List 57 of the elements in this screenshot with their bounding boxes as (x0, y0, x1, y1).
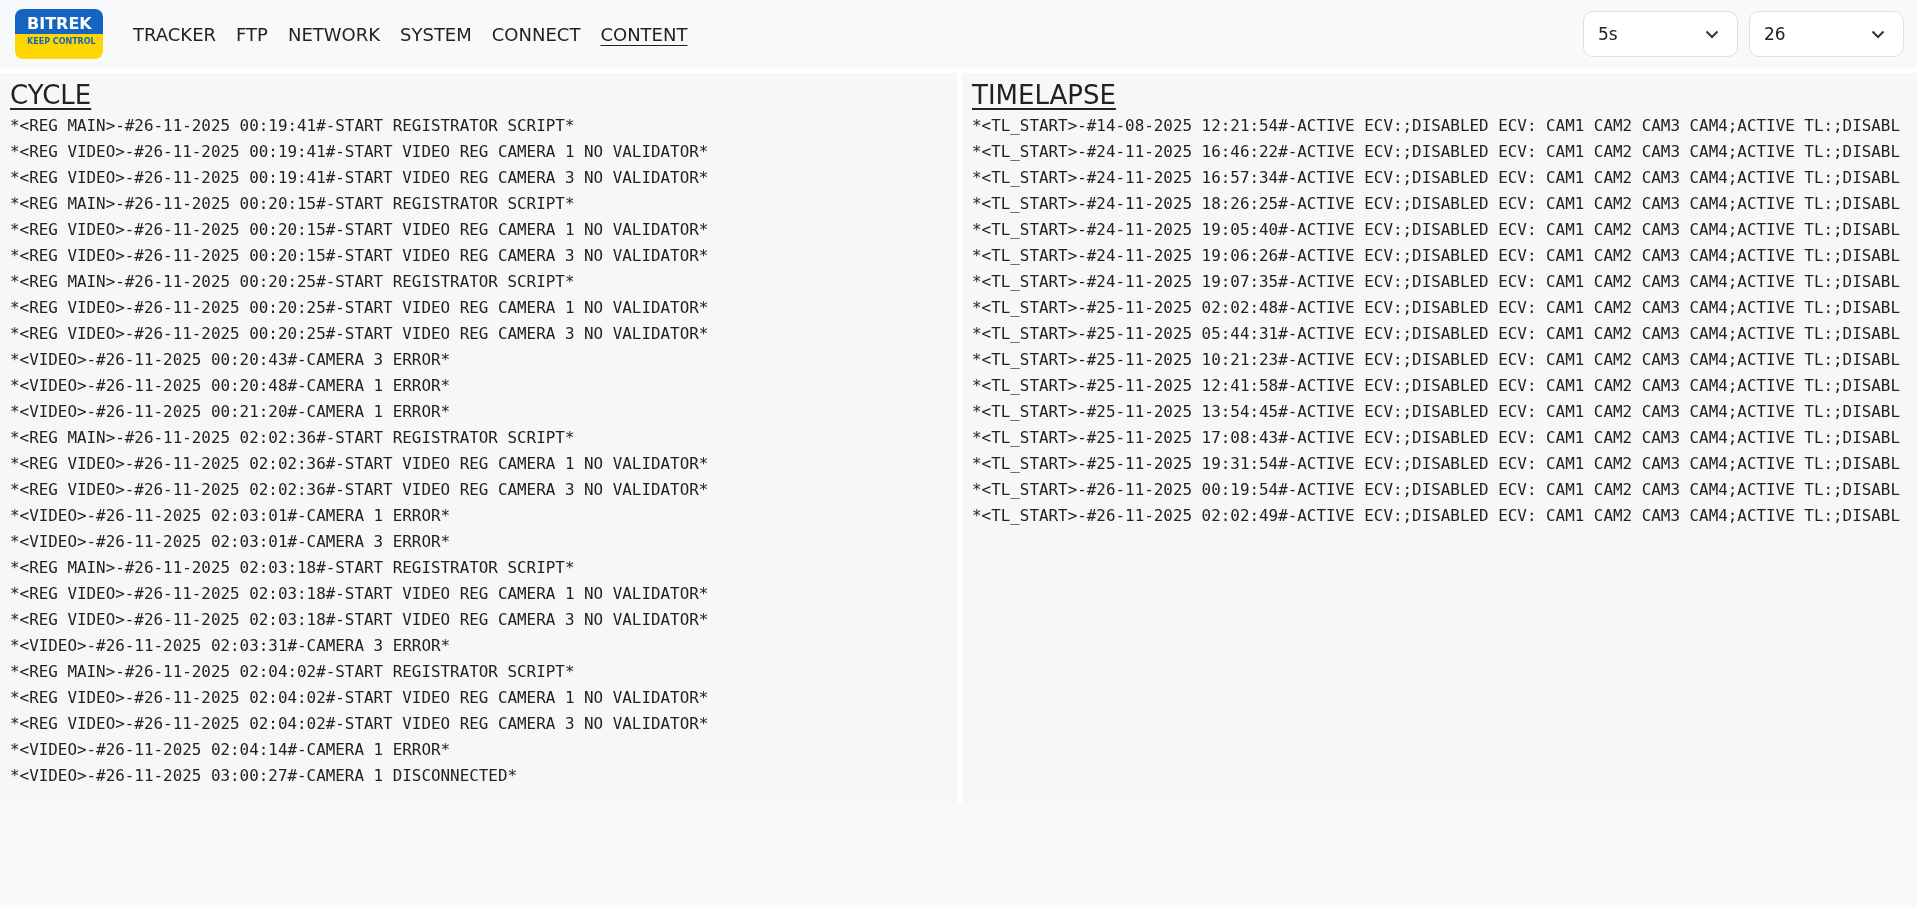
log-line: *<TL_START>-#25-11-2025 02:02:48#-ACTIVE ECV:;DISABLED ECV: CAM1 CAM2 CAM3 CAM4;ACTIVE TL:;DISABL (972, 297, 1900, 319)
chevron-down-icon (1871, 29, 1885, 39)
log-line: *<REG MAIN>-#26-11-2025 00:19:41#-START REGISTRATOR SCRIPT* (10, 115, 575, 137)
logo[interactable]: BITREK KEEP CONTROL (15, 9, 103, 59)
log-line: *<REG MAIN>-#26-11-2025 02:03:18#-START REGISTRATOR SCRIPT* (10, 557, 575, 579)
log-line: *<REG VIDEO>-#26-11-2025 02:03:18#-START VIDEO REG CAMERA 3 NO VALIDATOR* (10, 609, 709, 631)
log-line: *<REG VIDEO>-#26-11-2025 00:20:25#-START VIDEO REG CAMERA 1 NO VALIDATOR* (10, 297, 709, 319)
log-line: *<REG VIDEO>-#26-11-2025 00:20:15#-START VIDEO REG CAMERA 1 NO VALIDATOR* (10, 219, 709, 241)
log-line: *<REG VIDEO>-#26-11-2025 02:03:18#-START VIDEO REG CAMERA 1 NO VALIDATOR* (10, 583, 709, 605)
log-line: *<TL_START>-#24-11-2025 16:46:22#-ACTIVE ECV:;DISABLED ECV: CAM1 CAM2 CAM3 CAM4;ACTIVE TL:;DISABL (972, 141, 1900, 163)
log-line: *<REG VIDEO>-#26-11-2025 00:20:15#-START VIDEO REG CAMERA 3 NO VALIDATOR* (10, 245, 709, 267)
log-line: *<TL_START>-#25-11-2025 19:31:54#-ACTIVE ECV:;DISABLED ECV: CAM1 CAM2 CAM3 CAM4;ACTIVE TL:;DISABL (972, 453, 1900, 475)
logo-brand: BITREK (26, 15, 92, 33)
dropdown[interactable]: 5s (1583, 11, 1738, 57)
nav-link[interactable]: TRACKER (133, 23, 217, 45)
log-line: *<VIDEO>-#26-11-2025 00:20:48#-CAMERA 1 ERROR* (10, 375, 451, 397)
log-line: *<VIDEO>-#26-11-2025 02:03:31#-CAMERA 3 ERROR* (10, 635, 451, 657)
log-line: *<REG VIDEO>-#26-11-2025 02:04:02#-START VIDEO REG CAMERA 3 NO VALIDATOR* (10, 713, 709, 735)
log-line: *<TL_START>-#24-11-2025 19:07:35#-ACTIVE ECV:;DISABLED ECV: CAM1 CAM2 CAM3 CAM4;ACTIVE TL:;DISABL (972, 271, 1900, 293)
logo-tagline: KEEP CONTROL (26, 37, 96, 47)
log-line: *<REG MAIN>-#26-11-2025 02:04:02#-START REGISTRATOR SCRIPT* (10, 661, 575, 683)
nav-link[interactable]: CONNECT (491, 23, 581, 45)
panel-title: CYCLE (10, 79, 92, 111)
log-line: *<VIDEO>-#26-11-2025 00:21:20#-CAMERA 1 ERROR* (10, 401, 451, 423)
nav-link[interactable]: CONTENT (600, 23, 688, 45)
log-line: *<TL_START>-#24-11-2025 16:57:34#-ACTIVE ECV:;DISABLED ECV: CAM1 CAM2 CAM3 CAM4;ACTIVE TL:;DISABL (972, 167, 1900, 189)
log-line: *<REG VIDEO>-#26-11-2025 02:04:02#-START VIDEO REG CAMERA 1 NO VALIDATOR* (10, 687, 709, 709)
log-line: *<TL_START>-#24-11-2025 19:05:40#-ACTIVE ECV:;DISABLED ECV: CAM1 CAM2 CAM3 CAM4;ACTIVE TL:;DISABL (972, 219, 1900, 241)
nav-link[interactable]: NETWORK (287, 23, 381, 45)
panel-title: TIMELAPSE (972, 79, 1116, 111)
log-line: *<REG MAIN>-#26-11-2025 02:02:36#-START REGISTRATOR SCRIPT* (10, 427, 575, 449)
log-line: *<TL_START>-#25-11-2025 05:44:31#-ACTIVE ECV:;DISABLED ECV: CAM1 CAM2 CAM3 CAM4;ACTIVE TL:;DISABL (972, 323, 1900, 345)
log-line: *<VIDEO>-#26-11-2025 02:03:01#-CAMERA 1 ERROR* (10, 505, 451, 527)
log-line: *<VIDEO>-#26-11-2025 03:00:27#-CAMERA 1 DISCONNECTED* (10, 765, 518, 787)
log-line: *<TL_START>-#25-11-2025 12:41:58#-ACTIVE ECV:;DISABLED ECV: CAM1 CAM2 CAM3 CAM4;ACTIVE TL:;DISABL (972, 375, 1900, 397)
log-line: *<TL_START>-#14-08-2025 12:21:54#-ACTIVE ECV:;DISABLED ECV: CAM1 CAM2 CAM3 CAM4;ACTIVE TL:;DISABL (972, 115, 1900, 137)
log-line: *<REG VIDEO>-#26-11-2025 02:02:36#-START VIDEO REG CAMERA 3 NO VALIDATOR* (10, 479, 709, 501)
log-line: *<VIDEO>-#26-11-2025 00:20:43#-CAMERA 3 ERROR* (10, 349, 451, 371)
log-line: *<REG VIDEO>-#26-11-2025 00:20:25#-START VIDEO REG CAMERA 3 NO VALIDATOR* (10, 323, 709, 345)
nav-link[interactable]: SYSTEM (400, 23, 472, 45)
log-line: *<REG MAIN>-#26-11-2025 00:20:15#-START REGISTRATOR SCRIPT* (10, 193, 575, 215)
log-line: *<TL_START>-#25-11-2025 17:08:43#-ACTIVE ECV:;DISABLED ECV: CAM1 CAM2 CAM3 CAM4;ACTIVE TL:;DISABL (972, 427, 1900, 449)
log-line: *<TL_START>-#26-11-2025 02:02:49#-ACTIVE ECV:;DISABLED ECV: CAM1 CAM2 CAM3 CAM4;ACTIVE TL:;DISABL (972, 505, 1900, 527)
log-line: *<TL_START>-#25-11-2025 13:54:45#-ACTIVE ECV:;DISABLED ECV: CAM1 CAM2 CAM3 CAM4;ACTIVE TL:;DISABL (972, 401, 1900, 423)
dropdown[interactable]: 26 (1749, 11, 1904, 57)
log-line: *<TL_START>-#25-11-2025 10:21:23#-ACTIVE ECV:;DISABLED ECV: CAM1 CAM2 CAM3 CAM4;ACTIVE TL:;DISABL (972, 349, 1900, 371)
nav-link[interactable]: FTP (236, 23, 268, 45)
chevron-down-icon (1705, 29, 1719, 39)
log-line: *<VIDEO>-#26-11-2025 02:03:01#-CAMERA 3 ERROR* (10, 531, 451, 553)
log-line: *<TL_START>-#24-11-2025 19:06:26#-ACTIVE ECV:;DISABLED ECV: CAM1 CAM2 CAM3 CAM4;ACTIVE TL:;DISABL (972, 245, 1900, 267)
log-line: *<REG MAIN>-#26-11-2025 00:20:25#-START REGISTRATOR SCRIPT* (10, 271, 575, 293)
log-line: *<REG VIDEO>-#26-11-2025 00:19:41#-START VIDEO REG CAMERA 3 NO VALIDATOR* (10, 167, 709, 189)
log-line: *<VIDEO>-#26-11-2025 02:04:14#-CAMERA 1 ERROR* (10, 739, 451, 761)
log-line: *<TL_START>-#24-11-2025 18:26:25#-ACTIVE ECV:;DISABLED ECV: CAM1 CAM2 CAM3 CAM4;ACTIVE TL:;DISABL (972, 193, 1900, 215)
log-line: *<TL_START>-#26-11-2025 00:19:54#-ACTIVE ECV:;DISABLED ECV: CAM1 CAM2 CAM3 CAM4;ACTIVE TL:;DISABL (972, 479, 1900, 501)
log-line: *<REG VIDEO>-#26-11-2025 00:19:41#-START VIDEO REG CAMERA 1 NO VALIDATOR* (10, 141, 709, 163)
log-line: *<REG VIDEO>-#26-11-2025 02:02:36#-START VIDEO REG CAMERA 1 NO VALIDATOR* (10, 453, 709, 475)
